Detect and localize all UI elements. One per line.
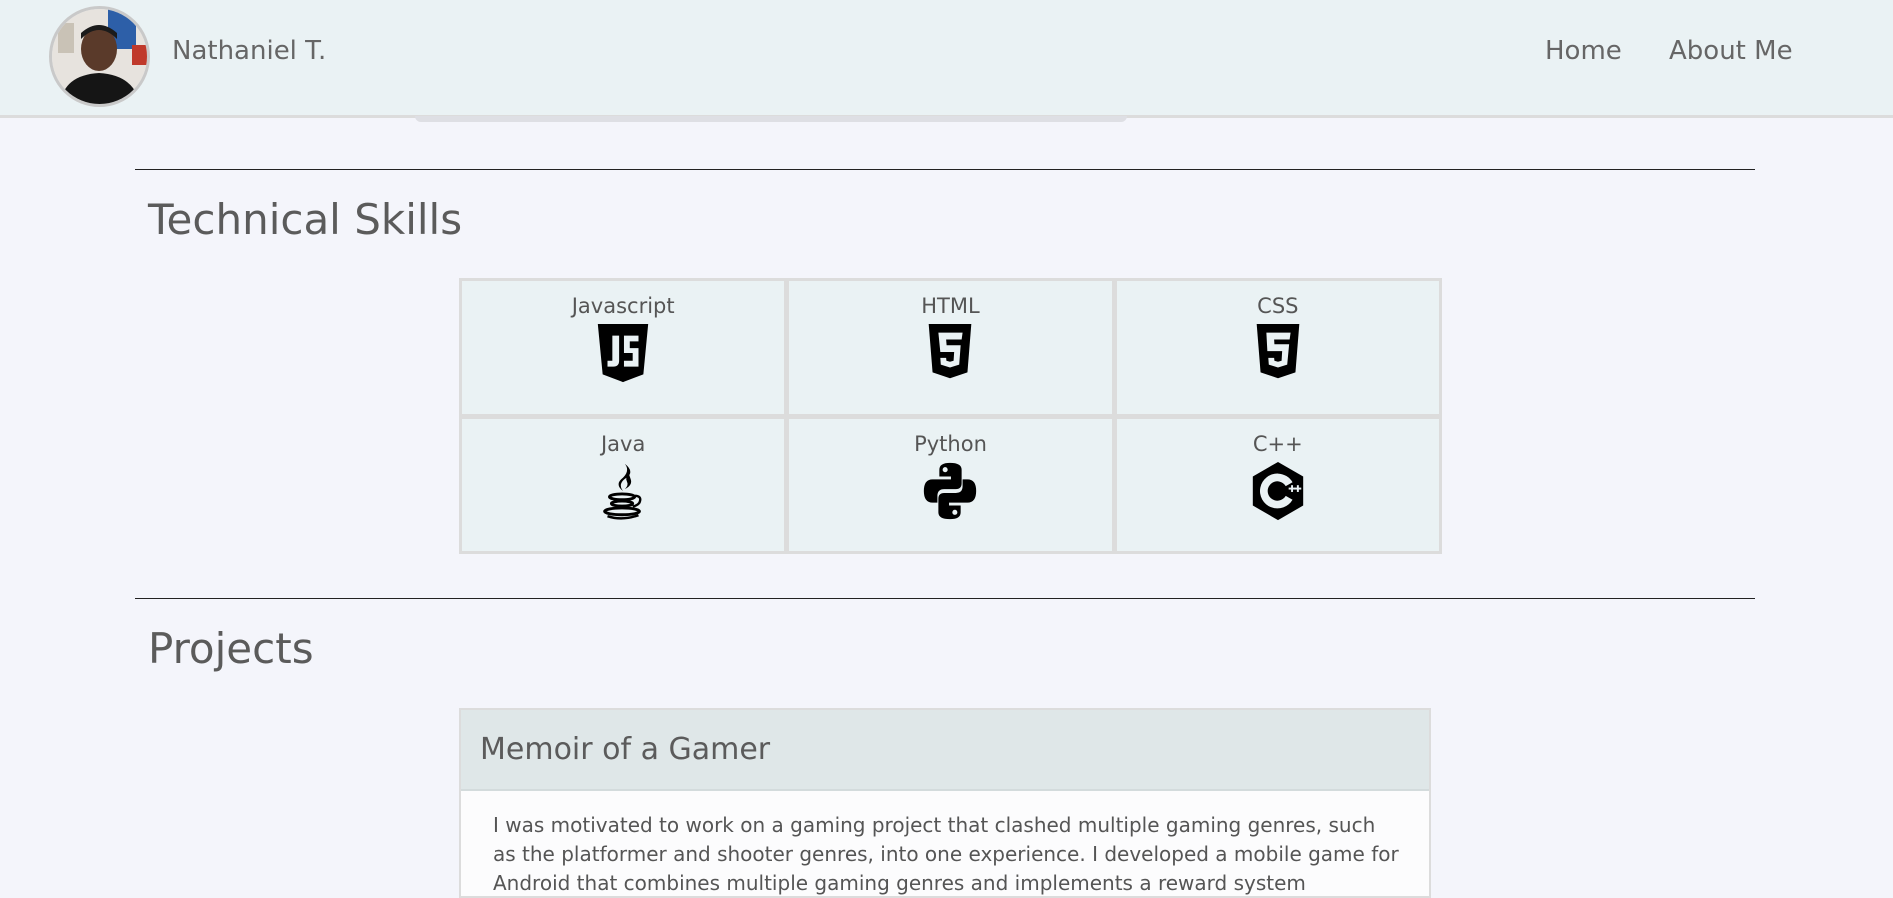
project-description: I was motivated to work on a gaming proj… [493,813,1399,895]
skill-label: Python [914,431,987,456]
skill-card-javascript: Javascript [462,281,785,414]
skill-card-cplusplus: C++ [1116,418,1439,551]
javascript-icon [597,324,649,383]
skill-label: HTML [921,294,980,318]
skill-card-java: Java [462,418,785,551]
skills-grid: Javascript HTML CSS Java Python C++ [459,278,1442,554]
nav-link-about-me[interactable]: About Me [1669,36,1793,66]
dropdown-shadow [415,116,1127,122]
cplusplus-icon [1252,461,1304,520]
skill-label: Java [600,431,646,456]
skill-label: Javascript [571,294,675,318]
skill-label: CSS [1257,294,1299,318]
project-card: Memoir of a Gamer I was motivated to wor… [459,708,1431,898]
skill-card-html: HTML [789,281,1112,414]
java-icon [603,463,642,520]
python-icon [924,462,977,519]
project-card-header: Memoir of a Gamer [461,710,1429,791]
project-title: Memoir of a Gamer [480,732,771,767]
css3-icon [1256,324,1300,379]
brand-name[interactable]: Nathaniel T. [172,36,326,66]
section-title-technical-skills: Technical Skills [148,195,463,244]
section-divider [135,169,1755,170]
avatar[interactable] [49,6,150,107]
skill-label: C++ [1252,431,1303,456]
html5-icon [929,324,972,379]
skill-card-css: CSS [1116,281,1439,414]
section-divider [135,598,1755,599]
profile-photo [52,9,147,104]
section-title-projects: Projects [148,624,314,673]
nav-link-home[interactable]: Home [1545,36,1622,66]
skill-card-python: Python [789,418,1112,551]
navbar: Nathaniel T. Home About Me [0,0,1893,118]
